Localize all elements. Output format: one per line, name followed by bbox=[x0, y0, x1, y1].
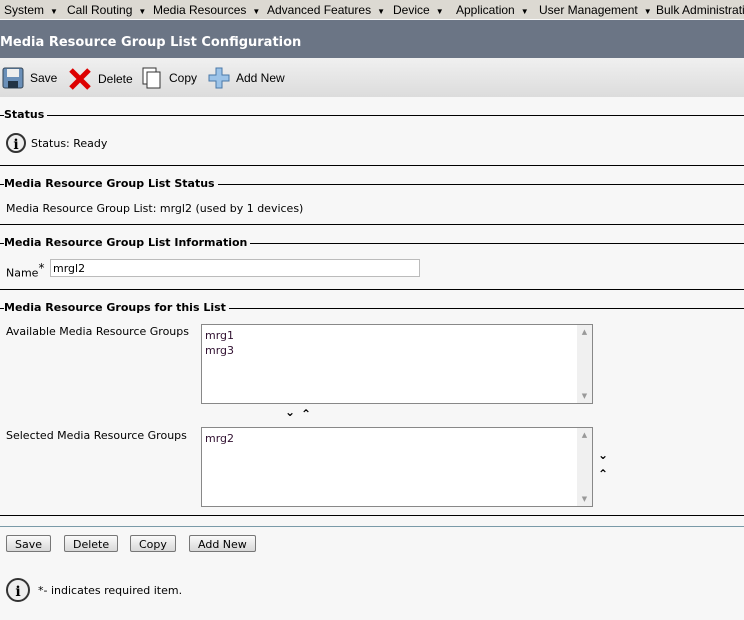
dropdown-arrow-icon: ▼ bbox=[520, 7, 529, 16]
reorder-up-icon[interactable]: ⌃ bbox=[598, 467, 608, 481]
divider bbox=[0, 515, 744, 516]
selected-groups-label: Selected Media Resource Groups bbox=[6, 429, 187, 442]
delete-button-bottom[interactable]: Delete bbox=[64, 535, 119, 552]
scrollbar[interactable]: ▲ ▼ bbox=[577, 325, 592, 403]
divider bbox=[0, 165, 744, 166]
menu-call-routing[interactable]: Call Routing ▼ bbox=[67, 3, 146, 17]
dropdown-arrow-icon: ▼ bbox=[138, 7, 147, 16]
menu-label: Application bbox=[456, 3, 515, 17]
reorder-down-icon[interactable]: ⌄ bbox=[598, 448, 608, 462]
name-input[interactable] bbox=[50, 259, 420, 277]
divider bbox=[0, 526, 744, 527]
move-down-icon[interactable]: ⌄ bbox=[285, 405, 295, 419]
list-option[interactable]: mrg2 bbox=[202, 431, 592, 446]
required-note: *- indicates required item. bbox=[38, 583, 183, 597]
menu-media-resources[interactable]: Media Resources ▼ bbox=[153, 3, 260, 17]
required-mark: * bbox=[38, 261, 45, 275]
menu-bar: System ▼ Call Routing ▼ Media Resources ▼ A… bbox=[0, 0, 744, 19]
available-groups-label: Available Media Resource Groups bbox=[6, 325, 189, 338]
dropdown-arrow-icon: ▼ bbox=[252, 7, 261, 16]
delete-label: Delete bbox=[98, 72, 133, 86]
dropdown-arrow-icon: ▼ bbox=[643, 7, 652, 16]
name-label: Name bbox=[6, 266, 39, 280]
save-icon bbox=[2, 67, 24, 89]
menu-label: Media Resources bbox=[153, 3, 247, 17]
menu-label: Call Routing bbox=[67, 3, 133, 17]
copy-button-bottom[interactable]: Copy bbox=[130, 535, 176, 552]
toolbar: Save Delete Copy Add New bbox=[0, 58, 744, 97]
add-new-button[interactable]: Add New bbox=[208, 67, 285, 89]
menu-user-management[interactable]: User Management ▼ bbox=[539, 3, 652, 17]
menu-device[interactable]: Device ▼ bbox=[393, 3, 444, 17]
menu-label: Bulk Administration bbox=[656, 3, 744, 17]
selected-groups-list[interactable]: mrg2 ▲ ▼ bbox=[201, 427, 593, 507]
add-new-button-bottom[interactable]: Add New bbox=[189, 535, 256, 552]
list-status-legend: Media Resource Group List Status bbox=[4, 177, 218, 190]
page-title: Media Resource Group List Configuration bbox=[0, 20, 744, 58]
divider bbox=[0, 289, 744, 290]
menu-system[interactable]: System ▼ bbox=[4, 3, 58, 17]
dropdown-arrow-icon: ▼ bbox=[50, 7, 58, 16]
info-icon: i bbox=[6, 133, 26, 153]
move-up-icon[interactable]: ⌃ bbox=[301, 407, 311, 421]
status-legend: Status bbox=[4, 108, 48, 121]
delete-button[interactable]: Delete bbox=[68, 67, 133, 91]
menu-application[interactable]: Application ▼ bbox=[456, 3, 529, 17]
groups-legend: Media Resource Groups for this List bbox=[4, 301, 229, 314]
save-button-bottom[interactable]: Save bbox=[6, 535, 52, 552]
list-option[interactable]: mrg1 bbox=[202, 328, 592, 343]
dropdown-arrow-icon: ▼ bbox=[435, 7, 444, 16]
list-status-text: Media Resource Group List: mrgl2 (used b… bbox=[6, 202, 304, 215]
status-text: Status: Ready bbox=[31, 136, 108, 150]
menu-label: Device bbox=[393, 3, 430, 17]
copy-label: Copy bbox=[169, 71, 198, 85]
save-button[interactable]: Save bbox=[2, 67, 57, 89]
plus-icon bbox=[208, 67, 230, 89]
menu-bulk-administration[interactable]: Bulk Administration bbox=[656, 3, 744, 17]
menu-label: Advanced Features bbox=[267, 3, 372, 17]
menu-advanced-features[interactable]: Advanced Features ▼ bbox=[267, 3, 385, 17]
copy-icon bbox=[142, 67, 161, 89]
add-new-label: Add New bbox=[236, 71, 285, 85]
divider bbox=[0, 224, 744, 225]
menu-label: User Management bbox=[539, 3, 638, 17]
copy-button[interactable]: Copy bbox=[141, 67, 197, 89]
list-option[interactable]: mrg3 bbox=[202, 343, 592, 358]
delete-icon bbox=[69, 68, 91, 90]
info-legend: Media Resource Group List Information bbox=[4, 236, 251, 249]
dropdown-arrow-icon: ▼ bbox=[377, 7, 385, 16]
scrollbar[interactable]: ▲ ▼ bbox=[577, 428, 592, 506]
divider bbox=[0, 115, 744, 116]
available-groups-list[interactable]: mrg1 mrg3 ▲ ▼ bbox=[201, 324, 593, 404]
save-label: Save bbox=[30, 71, 58, 85]
info-icon: i bbox=[6, 578, 30, 602]
menu-label: System bbox=[4, 3, 45, 17]
